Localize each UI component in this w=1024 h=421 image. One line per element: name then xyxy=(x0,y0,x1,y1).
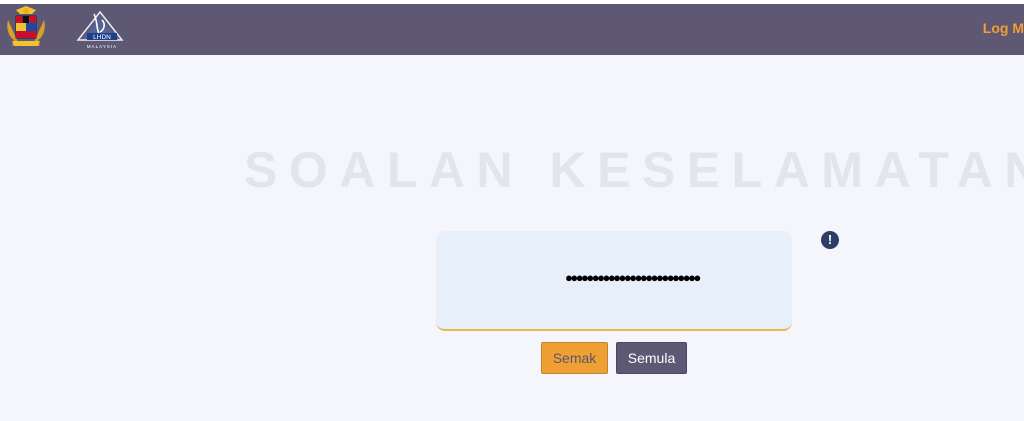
lhdn-logo: LHDN MALAYSIA xyxy=(76,10,128,52)
lhdn-logo-text: LHDN xyxy=(93,34,111,41)
logout-link[interactable]: Log M xyxy=(983,20,1024,36)
security-answer-value: ●●●●●●●●●●●●●●●●●●●●●●●●● xyxy=(565,270,701,285)
lhdn-logo-graphic: LHDN MALAYSIA xyxy=(76,10,124,49)
check-button[interactable]: Semak xyxy=(541,342,608,374)
header-bar: LHDN MALAYSIA Log M xyxy=(0,4,1024,55)
lhdn-logo-subtext: MALAYSIA xyxy=(87,44,117,49)
reset-button[interactable]: Semula xyxy=(616,342,687,374)
page-title: SOALAN KESELAMATAN xyxy=(244,142,1024,198)
info-icon[interactable]: ! xyxy=(821,231,839,249)
coat-of-arms-logo xyxy=(7,6,45,46)
